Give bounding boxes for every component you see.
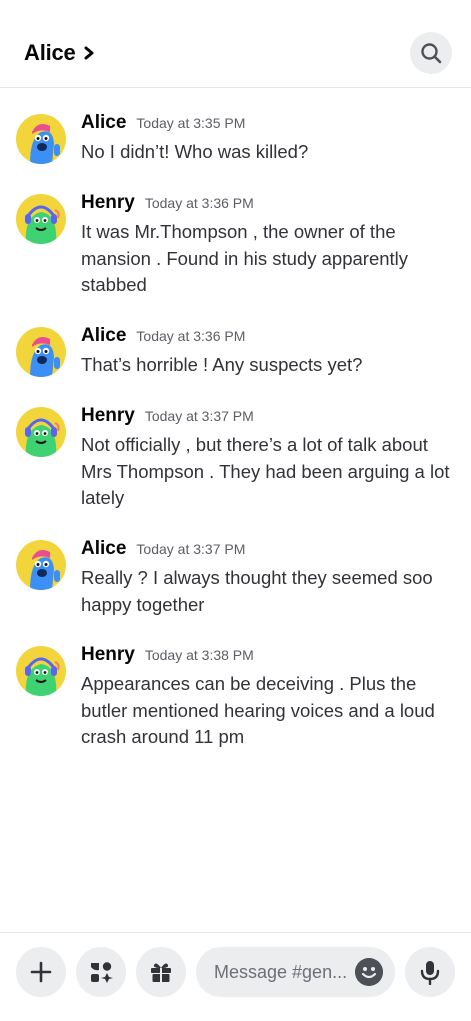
message-timestamp: Today at 3:37 PM [136, 541, 246, 557]
message-author[interactable]: Henry [81, 192, 135, 214]
message-text: No I didn’t! Who was killed? [81, 141, 309, 162]
alice-avatar-icon [30, 337, 60, 377]
gift-icon [151, 963, 171, 982]
message-timestamp: Today at 3:36 PM [136, 328, 246, 344]
message-timestamp: Today at 3:37 PM [144, 408, 254, 424]
message-timestamp: Today at 3:36 PM [144, 195, 254, 211]
avatar[interactable] [16, 194, 66, 244]
henry-avatar-icon [25, 205, 60, 244]
avatar[interactable] [16, 646, 66, 696]
add-button[interactable] [16, 947, 66, 997]
henry-avatar-icon [25, 657, 60, 696]
chat-header: Alice [0, 0, 471, 88]
message-composer: Message #gen... [0, 932, 471, 1021]
voice-button[interactable] [405, 947, 455, 997]
gift-button[interactable] [136, 947, 186, 997]
search-button[interactable] [410, 32, 452, 74]
message-text: Not officially , but there’s a lot of ta… [81, 434, 450, 508]
dm-title[interactable]: Alice [24, 40, 96, 66]
dm-title-name: Alice [24, 40, 76, 65]
message-timestamp: Today at 3:38 PM [144, 647, 254, 663]
message-timestamp: Today at 3:35 PM [136, 115, 246, 131]
message-author[interactable]: Henry [81, 644, 135, 666]
message-author[interactable]: Alice [81, 112, 126, 134]
henry-avatar-icon [25, 418, 60, 457]
message-author[interactable]: Henry [81, 405, 135, 427]
microphone-icon [420, 961, 440, 985]
alice-avatar-icon [30, 124, 60, 164]
avatar[interactable] [16, 407, 66, 457]
message-input[interactable]: Message #gen... [196, 947, 395, 997]
message-text: Appearances can be deceiving . Plus the … [81, 673, 435, 747]
message-author[interactable]: Alice [81, 538, 126, 560]
plus-icon [30, 961, 52, 983]
avatar[interactable] [16, 540, 66, 590]
search-icon [421, 43, 442, 64]
message-text: It was Mr.Thompson , the owner of the ma… [81, 221, 409, 295]
apps-button[interactable] [76, 947, 126, 997]
chevron-right-icon [84, 46, 94, 60]
apps-icon [91, 962, 113, 983]
emoji-icon[interactable] [355, 958, 383, 986]
message-input-placeholder: Message #gen... [214, 961, 348, 982]
message-author[interactable]: Alice [81, 325, 126, 347]
alice-avatar-icon [30, 550, 60, 590]
message-text: Really ? I always thought they seemed so… [81, 567, 433, 615]
message-text: That’s horrible ! Any suspects yet? [81, 354, 363, 375]
avatar[interactable] [16, 114, 66, 164]
avatar[interactable] [16, 327, 66, 377]
